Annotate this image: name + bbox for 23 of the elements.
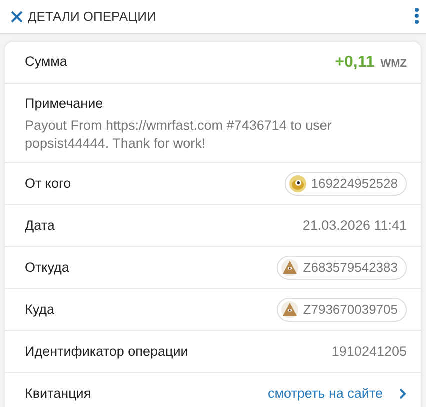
pyramid-icon xyxy=(281,300,300,319)
page-title: ДЕТАЛИ ОПЕРАЦИИ xyxy=(28,8,156,26)
avatar-icon xyxy=(289,174,308,193)
field-value: 1910241205 xyxy=(332,342,407,361)
currency-label: WMZ xyxy=(380,56,407,72)
view-on-site-link[interactable]: смотреть на сайте xyxy=(268,384,407,404)
field-value: 21.03.2026 11:41 xyxy=(302,216,407,235)
amount-value: +0,11 xyxy=(335,52,375,72)
note-text: Payout From https://wmrfast.com #7436714 to user popsist44444. Thank for work! xyxy=(25,117,333,152)
wmid-chip[interactable]: 169224952528 xyxy=(285,172,407,196)
field-label: От кого xyxy=(25,174,72,193)
pyramid-icon xyxy=(281,258,300,277)
field-label: Дата xyxy=(25,216,55,235)
field-label: Откуда xyxy=(25,258,70,277)
field-label: Идентификатор операции xyxy=(25,342,188,361)
close-button[interactable] xyxy=(10,10,24,24)
field-label: Квитанция xyxy=(25,385,92,404)
field-label: Примечание xyxy=(25,95,104,113)
field-label: Куда xyxy=(25,300,55,319)
field-label: Сумма xyxy=(25,53,68,72)
chevron-right-icon xyxy=(399,388,407,400)
wallet-chip[interactable]: Z683579542383 xyxy=(277,256,407,280)
wallet-chip[interactable]: Z793670039705 xyxy=(277,298,407,322)
